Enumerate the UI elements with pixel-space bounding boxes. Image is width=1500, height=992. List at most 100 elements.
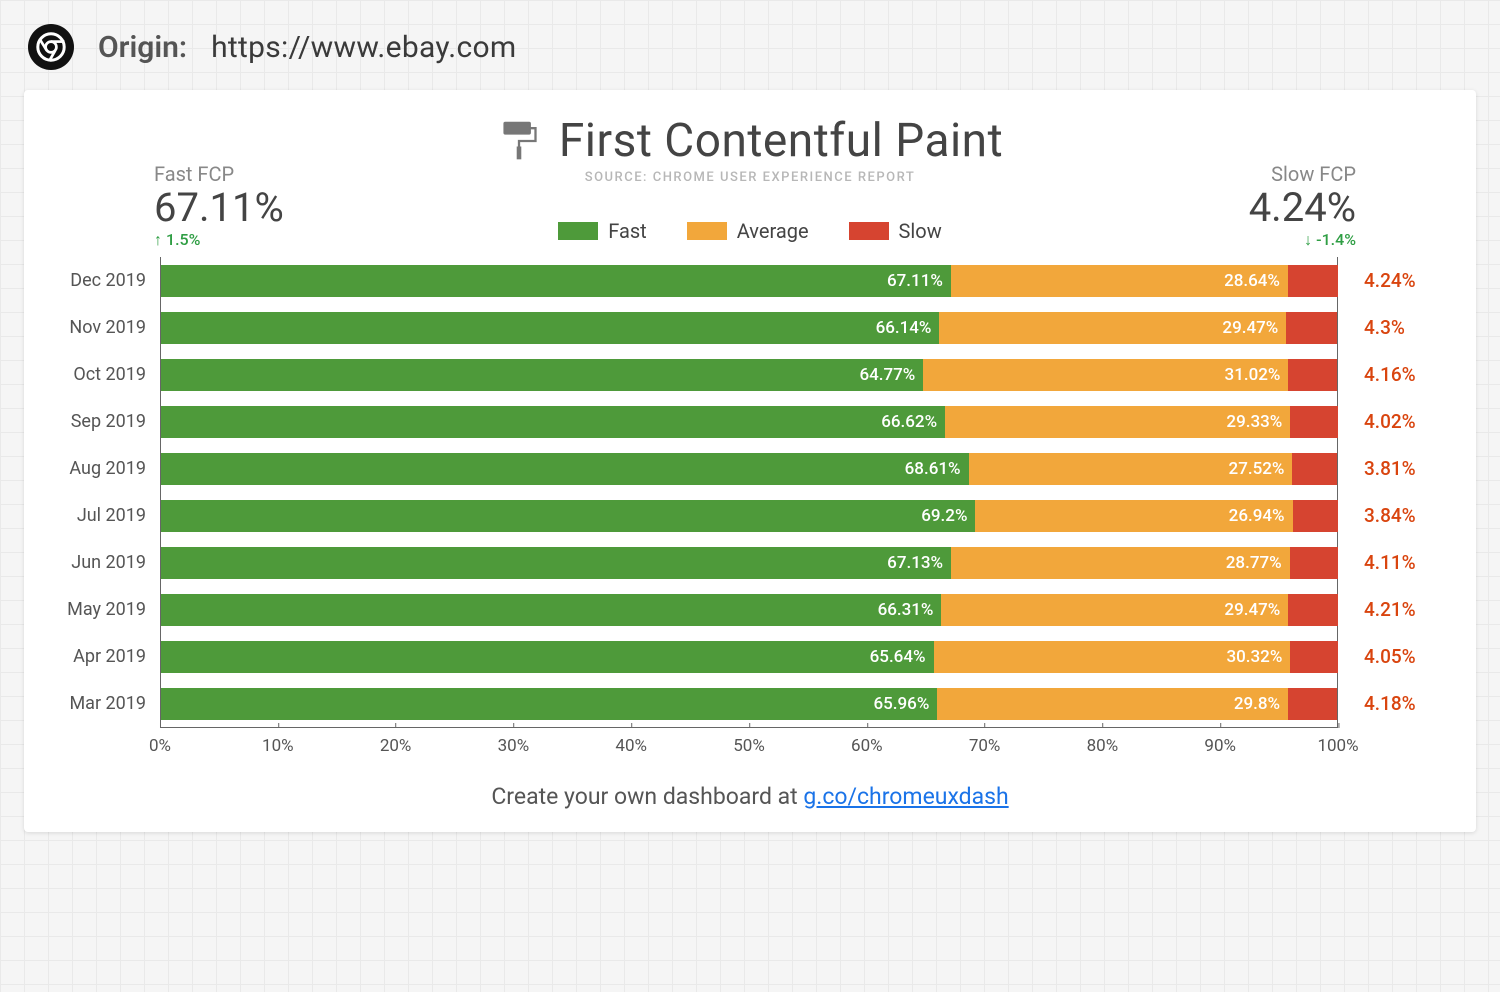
legend-swatch-average <box>687 222 727 240</box>
bar-segment-slow <box>1290 406 1337 438</box>
bar-segment-average: 29.33% <box>945 406 1290 438</box>
chrome-logo-icon <box>28 24 74 70</box>
bar-segment-slow <box>1288 265 1338 297</box>
bar-row: 64.77%31.02%4.16% <box>161 351 1338 398</box>
bar-track: 67.11%28.64% <box>161 265 1338 297</box>
kpi-slow-value: 4.24% <box>1249 186 1356 230</box>
bar-track: 65.64%30.32% <box>161 641 1338 673</box>
legend-label-fast: Fast <box>608 219 646 243</box>
y-axis-label: Jul 2019 <box>42 492 156 539</box>
x-axis-tick: 0% <box>149 728 171 756</box>
y-axis-label: Oct 2019 <box>42 351 156 398</box>
legend-swatch-fast <box>558 222 598 240</box>
x-axis-tick: 60% <box>851 728 883 756</box>
bar-track: 66.31%29.47% <box>161 594 1338 626</box>
bar-track: 69.2%26.94% <box>161 500 1338 532</box>
bar-segment-average: 29.47% <box>939 312 1286 344</box>
bar-segment-fast: 65.96% <box>161 688 937 720</box>
bar-track: 66.14%29.47% <box>161 312 1338 344</box>
row-slow-value: 4.05% <box>1338 633 1416 680</box>
y-axis-label: May 2019 <box>42 586 156 633</box>
y-axis-label: Jun 2019 <box>42 539 156 586</box>
bar-segment-average: 28.64% <box>951 265 1288 297</box>
legend-label-average: Average <box>737 219 809 243</box>
x-axis-tick: 80% <box>1087 728 1119 756</box>
y-axis-label: Apr 2019 <box>42 633 156 680</box>
bar-row: 66.14%29.47%4.3% <box>161 304 1338 351</box>
fcp-card: First Contentful Paint SOURCE: CHROME US… <box>24 90 1476 832</box>
bar-row: 66.62%29.33%4.02% <box>161 398 1338 445</box>
bar-segment-fast: 66.31% <box>161 594 941 626</box>
x-axis-tick: 90% <box>1204 728 1236 756</box>
row-slow-value: 3.81% <box>1338 445 1416 492</box>
x-axis-tick: 100% <box>1317 728 1358 756</box>
y-axis-label: Mar 2019 <box>42 680 156 727</box>
y-axis-label: Aug 2019 <box>42 445 156 492</box>
legend-item-fast: Fast <box>558 219 646 243</box>
bar-segment-slow <box>1290 547 1338 579</box>
footer-cta: Create your own dashboard at g.co/chrome… <box>42 783 1458 810</box>
y-axis-label: Sep 2019 <box>42 398 156 445</box>
x-axis-tick: 70% <box>969 728 1001 756</box>
bar-row: 65.96%29.8%4.18% <box>161 680 1338 727</box>
chart-title-row: First Contentful Paint <box>42 114 1458 168</box>
bar-segment-fast: 66.62% <box>161 406 945 438</box>
chart-area: Dec 2019Nov 2019Oct 2019Sep 2019Aug 2019… <box>42 257 1458 727</box>
bar-segment-fast: 67.11% <box>161 265 951 297</box>
legend-item-average: Average <box>687 219 809 243</box>
bar-segment-slow <box>1292 453 1337 485</box>
x-axis-tick: 50% <box>733 728 765 756</box>
kpi-slow: Slow FCP 4.24% -1.4% <box>1249 162 1356 250</box>
bar-track: 65.96%29.8% <box>161 688 1338 720</box>
footer-pre-text: Create your own dashboard at <box>491 783 803 810</box>
y-axis-label: Nov 2019 <box>42 304 156 351</box>
y-axis-label: Dec 2019 <box>42 257 156 304</box>
bar-track: 64.77%31.02% <box>161 359 1338 391</box>
bar-segment-fast: 65.64% <box>161 641 934 673</box>
bar-segment-fast: 67.13% <box>161 547 951 579</box>
kpi-slow-label: Slow FCP <box>1249 162 1356 186</box>
bar-row: 68.61%27.52%3.81% <box>161 445 1338 492</box>
bar-segment-fast: 66.14% <box>161 312 939 344</box>
bar-track: 67.13%28.77% <box>161 547 1338 579</box>
bar-row: 66.31%29.47%4.21% <box>161 586 1338 633</box>
kpi-fast-label: Fast FCP <box>154 162 284 186</box>
bars-column: 67.11%28.64%4.24%66.14%29.47%4.3%64.77%3… <box>160 257 1338 727</box>
x-axis-tick: 40% <box>615 728 647 756</box>
origin-label: Origin: <box>98 30 187 65</box>
row-slow-value: 4.11% <box>1338 539 1416 586</box>
bar-segment-average: 31.02% <box>923 359 1288 391</box>
bar-row: 69.2%26.94%3.84% <box>161 492 1338 539</box>
kpi-fast: Fast FCP 67.11% 1.5% <box>154 162 284 250</box>
chart-title: First Contentful Paint <box>559 114 1003 168</box>
x-axis-tick: 30% <box>498 728 530 756</box>
bar-segment-slow <box>1288 594 1338 626</box>
bar-segment-average: 30.32% <box>934 641 1291 673</box>
bar-segment-fast: 69.2% <box>161 500 975 532</box>
x-axis: 0%10%20%30%40%50%60%70%80%90%100% <box>160 727 1338 763</box>
bar-segment-average: 29.8% <box>937 688 1288 720</box>
row-slow-value: 4.21% <box>1338 586 1416 633</box>
bar-row: 67.11%28.64%4.24% <box>161 257 1338 304</box>
footer-link[interactable]: g.co/chromeuxdash <box>803 783 1008 810</box>
bar-row: 65.64%30.32%4.05% <box>161 633 1338 680</box>
row-slow-value: 3.84% <box>1338 492 1416 539</box>
row-slow-value: 4.02% <box>1338 398 1416 445</box>
page-header: Origin: https://www.ebay.com <box>8 8 1492 90</box>
row-slow-value: 4.18% <box>1338 680 1416 727</box>
bar-track: 66.62%29.33% <box>161 406 1338 438</box>
row-slow-value: 4.24% <box>1338 257 1416 304</box>
kpi-fast-delta: 1.5% <box>154 230 284 250</box>
bar-track: 68.61%27.52% <box>161 453 1338 485</box>
paint-roller-icon <box>497 119 541 163</box>
bar-segment-slow <box>1288 688 1337 720</box>
legend-swatch-slow <box>849 222 889 240</box>
legend-label-slow: Slow <box>899 219 942 243</box>
kpi-slow-delta: -1.4% <box>1249 230 1356 250</box>
origin-url: https://www.ebay.com <box>211 30 516 65</box>
y-axis-labels: Dec 2019Nov 2019Oct 2019Sep 2019Aug 2019… <box>42 257 156 727</box>
bar-segment-slow <box>1288 359 1337 391</box>
row-slow-value: 4.16% <box>1338 351 1416 398</box>
bar-row: 67.13%28.77%4.11% <box>161 539 1338 586</box>
bar-segment-slow <box>1286 312 1337 344</box>
